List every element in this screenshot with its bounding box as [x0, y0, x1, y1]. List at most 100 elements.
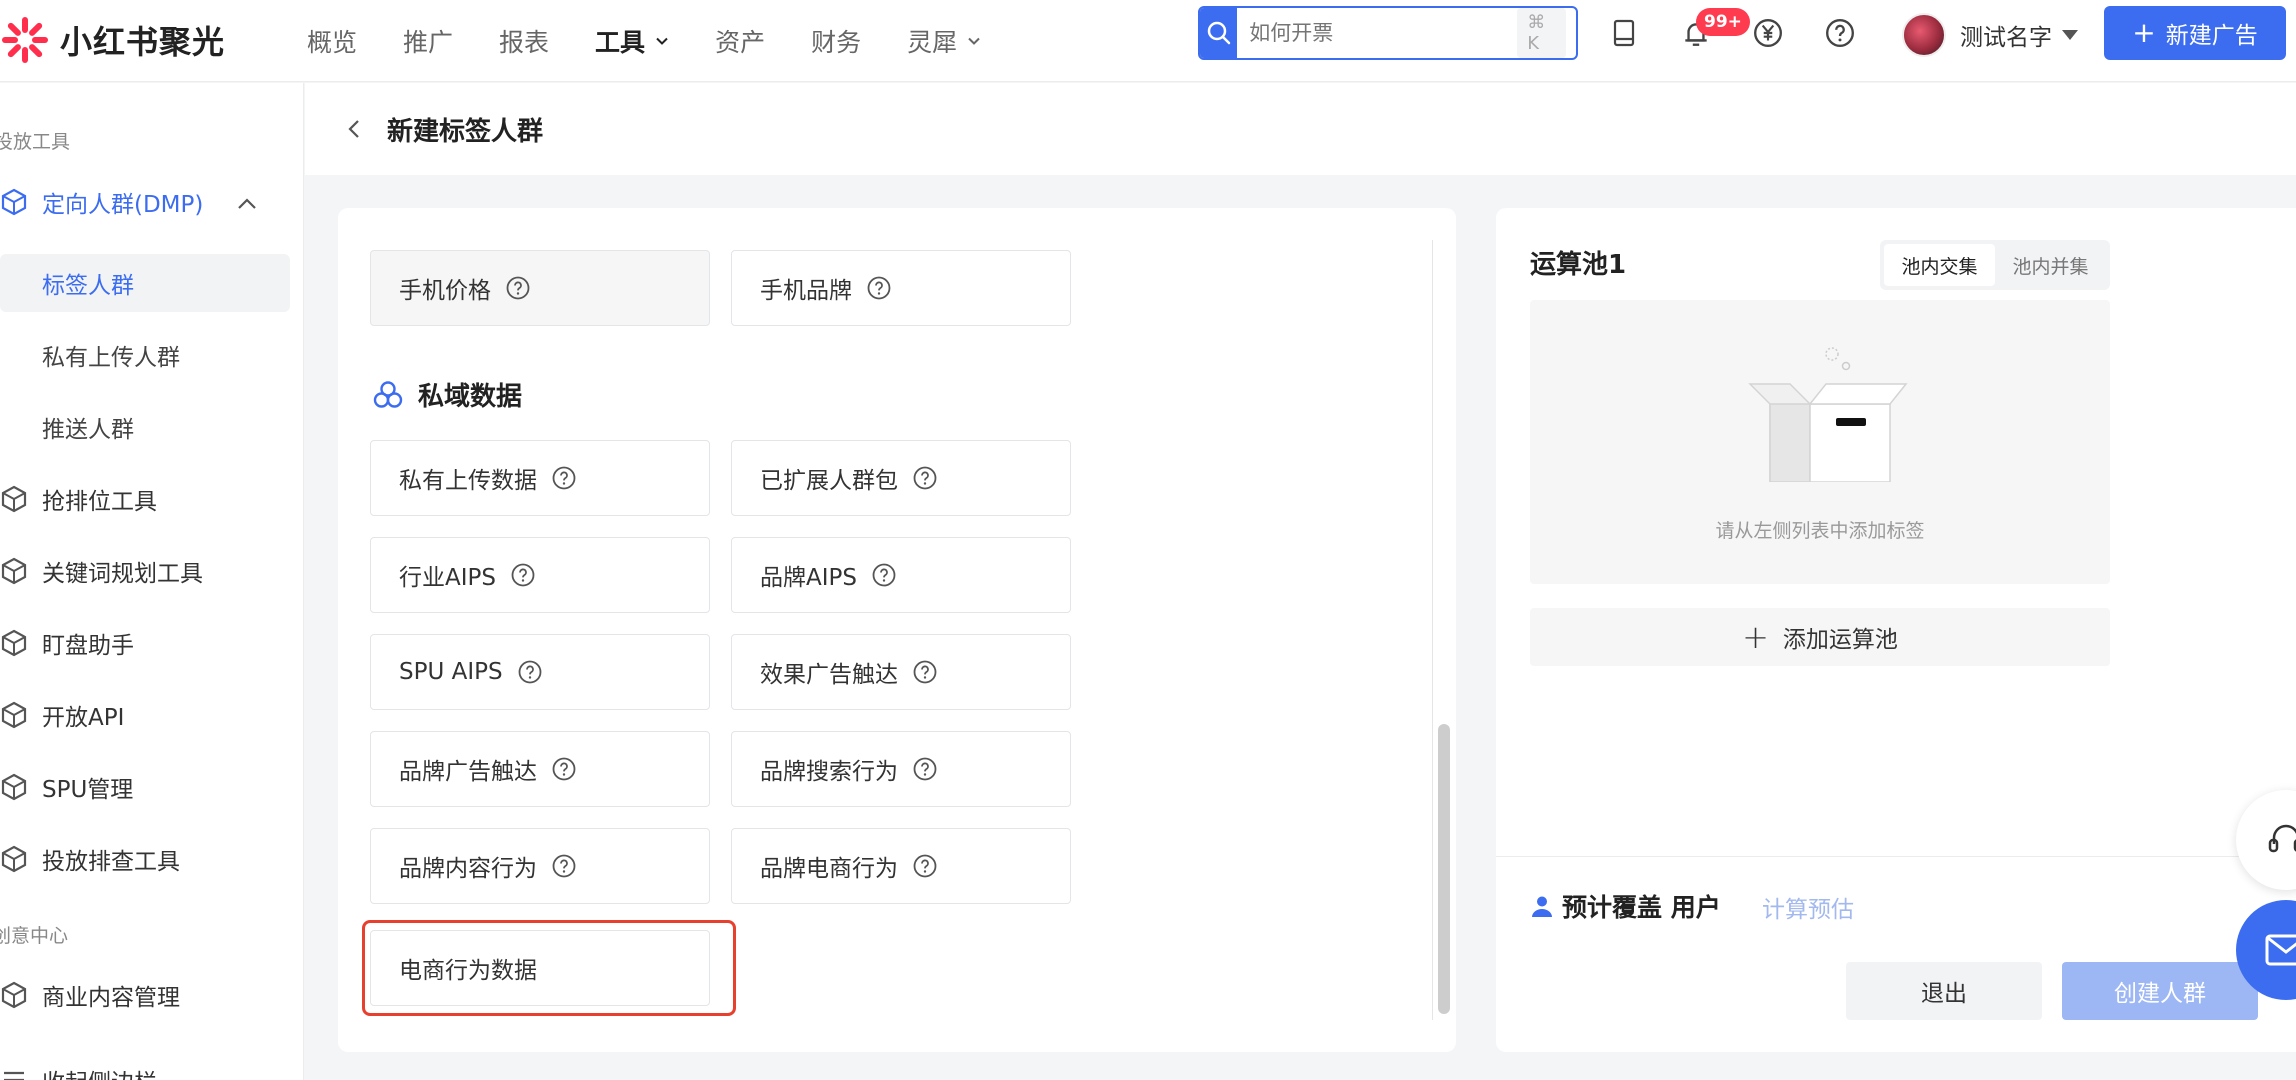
help-circle-icon[interactable]	[517, 659, 543, 685]
exit-button[interactable]: 退出	[1846, 962, 2042, 1020]
sidebar-item-private-upload-label: 私有上传人群	[42, 345, 180, 371]
back-arrow-icon[interactable]	[343, 117, 367, 141]
sidebar-item-dmp-label: 定向人群(DMP)	[42, 192, 204, 218]
pool-mode-union[interactable]: 池内并集	[1995, 244, 2106, 286]
tag-ecommerce-behavior-data-label: 电商行为数据	[399, 958, 537, 984]
help-circle-icon[interactable]	[912, 756, 938, 782]
nav-finance[interactable]: 财务	[811, 23, 861, 59]
caret-down-icon	[2062, 30, 2078, 40]
sidebar-item-spu-mgmt[interactable]: SPU管理	[0, 758, 290, 816]
tag-performance-ad-reach[interactable]: 效果广告触达	[731, 634, 1071, 710]
tag-brand-aips[interactable]: 品牌AIPS	[731, 537, 1071, 613]
nav-lingxi[interactable]: 灵犀	[907, 23, 981, 59]
help-circle-icon[interactable]	[866, 275, 892, 301]
tag-brand-ecommerce-behavior-label: 品牌电商行为	[760, 856, 898, 882]
pool-mode-intersection[interactable]: 池内交集	[1884, 244, 1995, 286]
tag-spu-aips[interactable]: SPU AIPS	[370, 634, 710, 710]
help-circle-icon[interactable]	[551, 465, 577, 491]
sidebar-item-troubleshoot-tool[interactable]: 投放排查工具	[0, 830, 290, 888]
nav-tools-label: 工具	[595, 28, 646, 57]
tag-brand-ecommerce-behavior[interactable]: 品牌电商行为	[731, 828, 1071, 904]
help-circle-icon[interactable]	[505, 275, 531, 301]
headset-icon	[2268, 824, 2296, 853]
nav-overview[interactable]: 概览	[307, 23, 357, 59]
sidebar-item-dmp[interactable]: 定向人群(DMP)	[0, 173, 290, 231]
nav-lingxi-label: 灵犀	[907, 28, 958, 57]
new-ad-label: 新建广告	[2165, 23, 2258, 49]
chevron-down-icon	[656, 37, 668, 45]
tablet-icon[interactable]	[1605, 14, 1643, 52]
page-title: 新建标签人群	[387, 116, 544, 147]
sidebar-item-push-audience[interactable]: 推送人群	[0, 398, 290, 456]
sidebar-item-rank-tool[interactable]: 抢排位工具	[0, 470, 290, 528]
search-button[interactable]	[1200, 8, 1238, 58]
sidebar-item-tag-audience[interactable]: 标签人群	[0, 254, 290, 312]
sidebar-item-private-upload[interactable]: 私有上传人群	[0, 326, 290, 384]
sidebar-item-open-api-label: 开放API	[42, 705, 125, 731]
pool-mode-switch: 池内交集 池内并集	[1880, 240, 2110, 290]
help-circle-icon[interactable]	[912, 465, 938, 491]
cube-icon	[1, 773, 27, 801]
search-input[interactable]	[1237, 21, 1518, 45]
sidebar: 投放工具 定向人群(DMP) 标签人群 私有上传人群 推送人群 抢排位工具 关键…	[0, 83, 304, 1080]
help-circle-icon[interactable]	[510, 562, 536, 588]
sidebar-item-monitor-assistant[interactable]: 盯盘助手	[0, 614, 290, 672]
sidebar-item-rank-tool-label: 抢排位工具	[42, 489, 157, 515]
chevron-up-icon	[238, 198, 256, 209]
nav-reports-label: 报表	[499, 28, 550, 57]
help-icon[interactable]	[1821, 14, 1859, 52]
nav-overview-label: 概览	[307, 28, 358, 57]
help-circle-icon[interactable]	[871, 562, 897, 588]
user-menu[interactable]: 测试名字	[1902, 12, 2078, 58]
help-circle-icon[interactable]	[912, 853, 938, 879]
scrollbar-track	[1432, 240, 1433, 1020]
sidebar-item-content-mgmt[interactable]: 商业内容管理	[0, 966, 290, 1024]
nav-assets[interactable]: 资产	[715, 23, 765, 59]
sidebar-item-monitor-assistant-label: 盯盘助手	[42, 633, 134, 659]
tag-brand-content-behavior-label: 品牌内容行为	[399, 856, 537, 882]
tag-brand-content-behavior[interactable]: 品牌内容行为	[370, 828, 710, 904]
coverage-label: 预计覆盖 用户	[1562, 893, 1721, 922]
top-bar: 小红书聚光 概览 推广 报表 工具 资产 财务 灵犀 ⌘ K 99+	[0, 0, 2296, 82]
yen-icon[interactable]	[1749, 14, 1787, 52]
create-audience-button[interactable]: 创建人群	[2062, 962, 2258, 1020]
tag-ecommerce-behavior-data[interactable]: 电商行为数据	[370, 930, 710, 1006]
nav-reports[interactable]: 报表	[499, 23, 549, 59]
sidebar-collapse-toggle[interactable]: 收起侧边栏	[0, 1051, 290, 1080]
nav-promotion[interactable]: 推广	[403, 23, 453, 59]
calculate-estimate-link[interactable]: 计算预估	[1762, 890, 1854, 924]
new-ad-button[interactable]: + 新建广告	[2104, 6, 2286, 60]
add-operation-pool-button[interactable]: + 添加运算池	[1530, 608, 2110, 666]
help-circle-icon[interactable]	[551, 853, 577, 879]
cube-icon	[1, 701, 27, 729]
brand-flower-icon	[2, 17, 48, 63]
sidebar-item-content-mgmt-label: 商业内容管理	[42, 985, 180, 1011]
search-shortcut-hint: ⌘ K	[1517, 8, 1566, 58]
scrollbar-thumb[interactable]	[1438, 724, 1450, 1014]
help-circle-icon[interactable]	[912, 659, 938, 685]
sidebar-item-keyword-tool-label: 关键词规划工具	[42, 561, 203, 587]
help-circle-icon[interactable]	[551, 756, 577, 782]
plus-icon: +	[2132, 16, 2156, 49]
tag-brand-search-behavior[interactable]: 品牌搜索行为	[731, 731, 1071, 807]
sidebar-item-open-api[interactable]: 开放API	[0, 686, 290, 744]
mail-icon	[2265, 934, 2296, 966]
plus-icon: +	[1742, 618, 1769, 656]
tag-industry-aips[interactable]: 行业AIPS	[370, 537, 710, 613]
avatar	[1902, 13, 1946, 57]
sidebar-item-push-audience-label: 推送人群	[42, 417, 134, 443]
nav-finance-label: 财务	[811, 28, 862, 57]
nav-tools[interactable]: 工具	[595, 23, 669, 59]
search-box: ⌘ K	[1198, 6, 1578, 60]
tag-expanded-audience-pack[interactable]: 已扩展人群包	[731, 440, 1071, 516]
tag-phone-price[interactable]: 手机价格	[370, 250, 710, 326]
tag-private-upload-data-label: 私有上传数据	[399, 468, 537, 494]
sidebar-item-keyword-tool[interactable]: 关键词规划工具	[0, 542, 290, 600]
brand-logo[interactable]: 小红书聚光	[0, 12, 225, 68]
tag-brand-ad-reach[interactable]: 品牌广告触达	[370, 731, 710, 807]
tag-private-upload-data[interactable]: 私有上传数据	[370, 440, 710, 516]
user-name: 测试名字	[1960, 25, 2052, 51]
add-operation-pool-label: 添加运算池	[1782, 627, 1898, 653]
cube-icon	[1, 188, 27, 216]
tag-phone-brand[interactable]: 手机品牌	[731, 250, 1071, 326]
